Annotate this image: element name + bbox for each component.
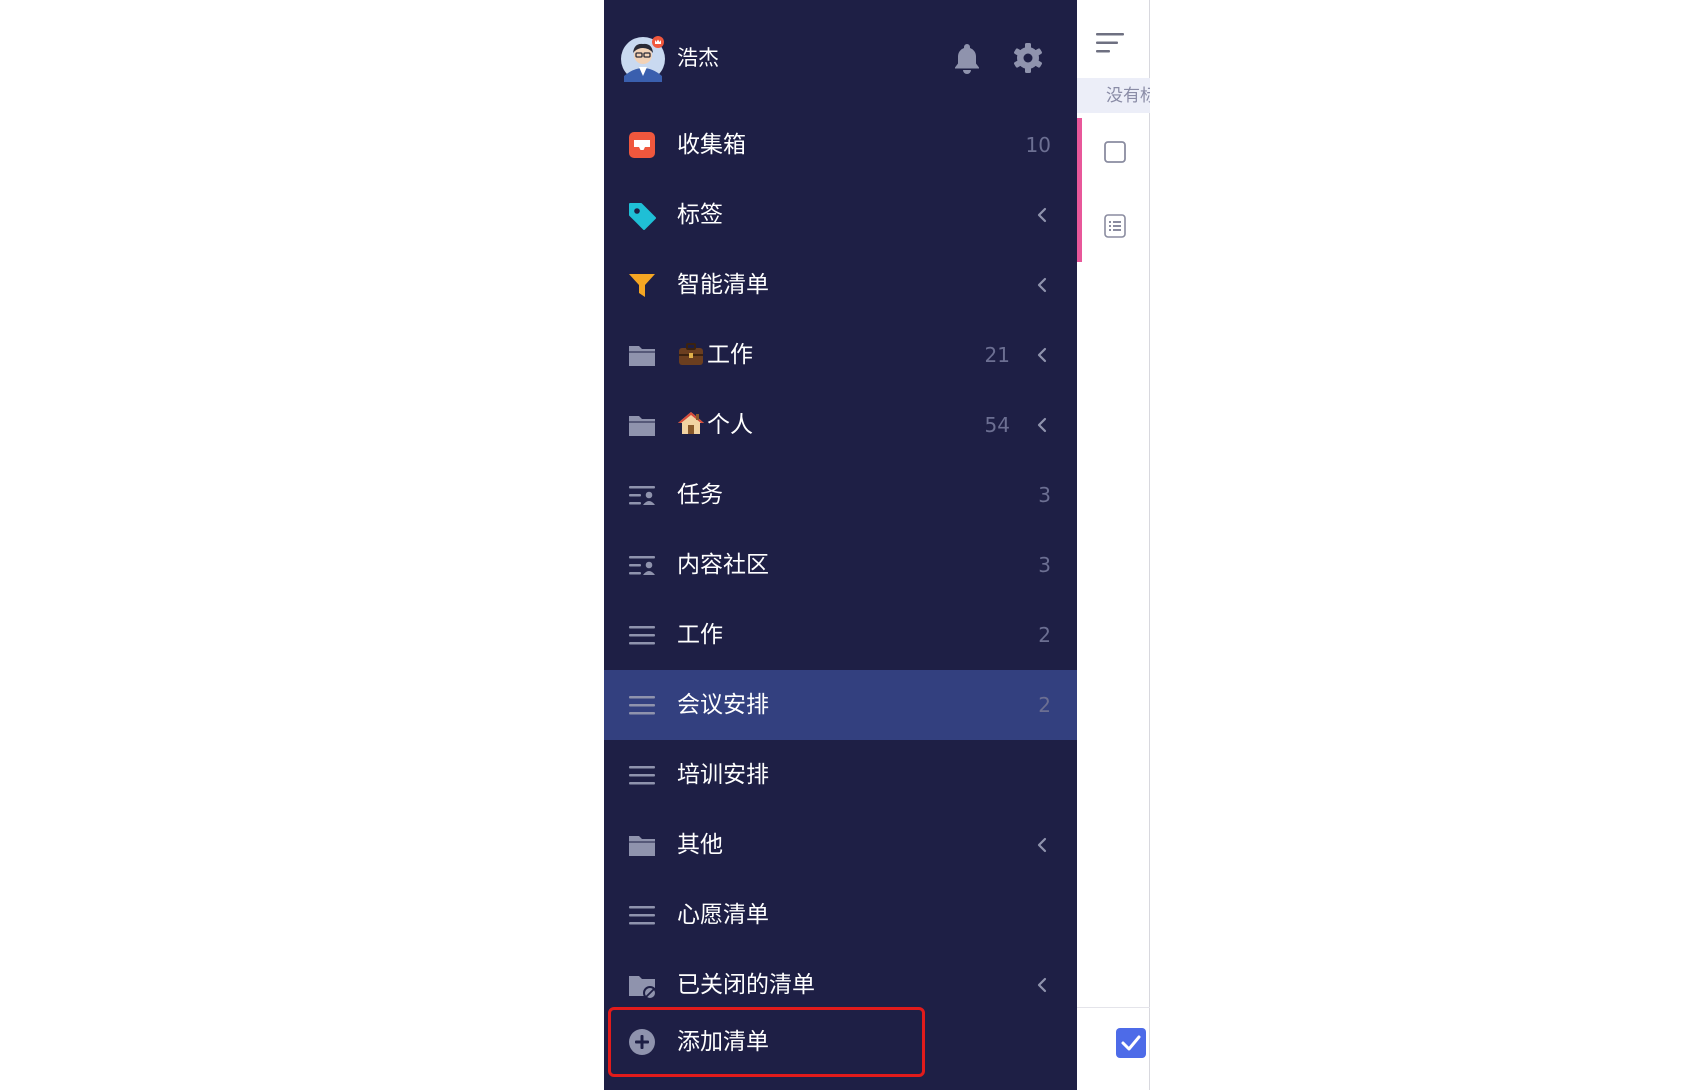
sidebar: 浩杰 收集箱 10 标签智能清单工作 21 个人 54 任务 3 内容社区 3 工作 2 会议安排 2 培训…: [604, 0, 1077, 1090]
sidebar-item-text: 心愿清单: [677, 902, 769, 928]
folder-icon: [629, 836, 655, 856]
tag-icon: [629, 203, 656, 230]
folder-icon: [629, 416, 655, 436]
sidebar-item-label: 会议安排: [677, 689, 769, 721]
sidebar-item-count: 2: [1038, 693, 1051, 717]
chevron-left-icon[interactable]: [1035, 205, 1049, 225]
sidebar-item-text: 其他: [677, 832, 723, 858]
highlight-box: [608, 1007, 925, 1077]
sidebar-item-label: 个人: [677, 409, 753, 441]
task-panel-edge: 没有标: [1077, 0, 1150, 1090]
sidebar-item[interactable]: 内容社区 3: [604, 530, 1077, 600]
sidebar-item-label: 任务: [677, 479, 723, 511]
sidebar-item-label: 心愿清单: [677, 899, 769, 931]
sidebar-item[interactable]: 智能清单: [604, 250, 1077, 320]
filter-icon: [629, 274, 655, 297]
shared-list-icon: [629, 486, 655, 505]
sidebar-item-count: 3: [1038, 483, 1051, 507]
sidebar-item-text: 内容社区: [677, 552, 769, 578]
sidebar-header: 浩杰: [604, 0, 1077, 110]
sidebar-item[interactable]: 工作 21: [604, 320, 1077, 390]
sidebar-item[interactable]: 收集箱 10: [604, 110, 1077, 180]
sidebar-item[interactable]: 会议安排 2: [604, 670, 1077, 740]
sidebar-item[interactable]: 个人 54: [604, 390, 1077, 460]
divider: [1077, 1007, 1150, 1008]
sidebar-item-text: 已关闭的清单: [677, 972, 815, 998]
sidebar-item[interactable]: 培训安排: [604, 740, 1077, 810]
sidebar-item[interactable]: 标签: [604, 180, 1077, 250]
house-icon: [678, 412, 704, 434]
sidebar-item-text: 任务: [677, 482, 723, 508]
sidebar-item-count: 21: [984, 343, 1010, 367]
sidebar-item-label: 标签: [677, 199, 723, 231]
sidebar-item-text: 工作: [707, 342, 753, 368]
list-icon: [629, 626, 655, 645]
list-icon: [629, 906, 655, 925]
sidebar-item[interactable]: 任务 3: [604, 460, 1077, 530]
avatar[interactable]: [620, 36, 666, 82]
folder-icon: [629, 346, 655, 366]
sidebar-item[interactable]: 其他: [604, 810, 1077, 880]
task-checkbox[interactable]: [1103, 140, 1127, 164]
sidebar-item-label: 已关闭的清单: [677, 969, 815, 1001]
sidebar-item-text: 收集箱: [677, 132, 746, 158]
sidebar-item-label: 工作: [677, 339, 753, 371]
hint-text: 没有标: [1106, 86, 1150, 106]
sidebar-item[interactable]: 工作 2: [604, 600, 1077, 670]
sidebar-item-label: 内容社区: [677, 549, 769, 581]
sidebar-item-label: 收集箱: [677, 129, 746, 161]
menu-icon[interactable]: [1094, 28, 1128, 58]
sidebar-item[interactable]: 心愿清单: [604, 880, 1077, 950]
checked-checkbox[interactable]: [1115, 1027, 1147, 1059]
sidebar-item-text: 标签: [677, 202, 723, 228]
sidebar-item-count: 54: [984, 413, 1010, 437]
sidebar-item-text: 会议安排: [677, 692, 769, 718]
sidebar-item-text: 智能清单: [677, 272, 769, 298]
briefcase-icon: [679, 343, 703, 365]
note-icon[interactable]: [1103, 213, 1127, 239]
app-screen: 浩杰 收集箱 10 标签智能清单工作 21 个人 54 任务 3 内容社区 3 工作 2 会议安排 2 培训…: [604, 0, 1150, 1090]
chevron-left-icon[interactable]: [1035, 275, 1049, 295]
sidebar-item-count: 10: [1025, 133, 1051, 157]
list-icon: [629, 766, 655, 785]
chevron-left-icon[interactable]: [1035, 415, 1049, 435]
sidebar-item-label: 培训安排: [677, 759, 769, 791]
list-icon: [629, 696, 655, 715]
user-name: 浩杰: [677, 46, 719, 70]
sidebar-item-label: 其他: [677, 829, 723, 861]
sidebar-item-label: 智能清单: [677, 269, 769, 301]
sidebar-item-count: 2: [1038, 623, 1051, 647]
sidebar-item-count: 3: [1038, 553, 1051, 577]
chevron-left-icon[interactable]: [1035, 835, 1049, 855]
chevron-left-icon[interactable]: [1035, 345, 1049, 365]
sidebar-item-text: 培训安排: [677, 762, 769, 788]
chevron-left-icon[interactable]: [1035, 975, 1049, 995]
priority-bar: [1077, 118, 1082, 262]
shared-list-icon: [629, 556, 655, 575]
bell-icon[interactable]: [949, 40, 985, 76]
gear-icon[interactable]: [1010, 40, 1046, 76]
closed-folder-icon: [629, 976, 657, 1000]
sidebar-item-text: 工作: [677, 622, 723, 648]
sidebar-item-label: 工作: [677, 619, 723, 651]
inbox-icon: [629, 132, 655, 158]
sidebar-item-text: 个人: [707, 412, 753, 438]
